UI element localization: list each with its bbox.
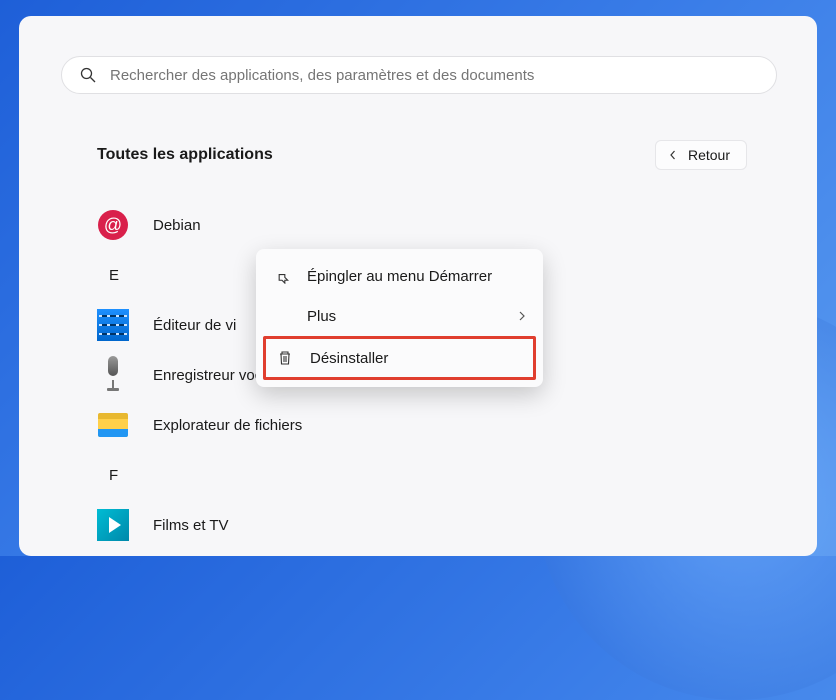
trash-icon [276, 349, 294, 367]
debian-icon: @ [97, 209, 129, 241]
ctx-pin-to-start[interactable]: Épingler au menu Démarrer [263, 256, 536, 296]
section-title: Toutes les applications [97, 146, 273, 164]
ctx-label: Désinstaller [310, 350, 388, 367]
back-label: Retour [688, 147, 730, 163]
chevron-right-icon [518, 308, 526, 325]
start-menu-panel: Toutes les applications Retour @ Debian … [19, 16, 817, 556]
ctx-uninstall[interactable]: Désinstaller [263, 336, 536, 380]
ctx-more[interactable]: Plus [263, 296, 536, 336]
search-icon [80, 67, 96, 83]
search-bar[interactable] [61, 56, 777, 94]
app-item-films-tv[interactable]: Films et TV [97, 500, 775, 550]
app-label: Explorateur de fichiers [153, 417, 302, 434]
app-label: Films et TV [153, 517, 229, 534]
app-label: Éditeur de vi [153, 317, 236, 334]
context-menu: Épingler au menu Démarrer Plus Désinstal… [256, 249, 543, 387]
video-editor-icon [97, 309, 129, 341]
app-item-debian[interactable]: @ Debian [97, 200, 775, 250]
films-tv-icon [97, 509, 129, 541]
apps-header: Toutes les applications Retour [97, 140, 747, 170]
app-label: Debian [153, 217, 201, 234]
app-item-file-explorer[interactable]: Explorateur de fichiers [97, 400, 775, 450]
back-button[interactable]: Retour [655, 140, 747, 170]
microphone-icon [97, 359, 129, 391]
chevron-left-icon [668, 147, 678, 163]
ctx-label: Épingler au menu Démarrer [307, 268, 492, 285]
search-input[interactable] [110, 67, 758, 84]
ctx-label: Plus [307, 308, 336, 325]
letter-header-f[interactable]: F [97, 450, 775, 500]
pin-icon [273, 267, 291, 285]
folder-icon [97, 409, 129, 441]
